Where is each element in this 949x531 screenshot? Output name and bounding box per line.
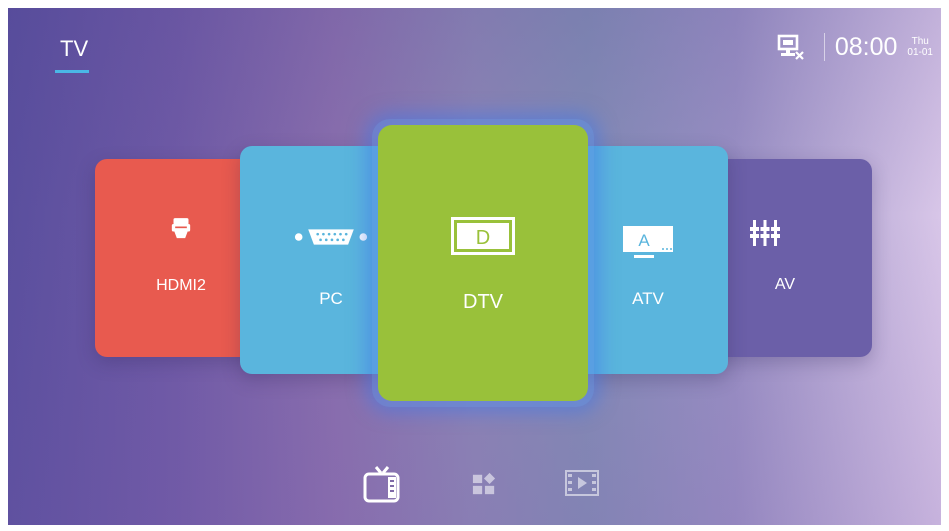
clock-day: Thu xyxy=(911,36,929,47)
clock-date-value: 01-01 xyxy=(907,47,933,58)
tab-tv[interactable]: TV xyxy=(60,36,88,62)
dtv-icon: D xyxy=(451,217,515,255)
status-bar: 08:00 Thu 01-01 xyxy=(776,32,933,62)
apps-icon[interactable] xyxy=(472,472,496,496)
clock-time: 08:00 xyxy=(834,32,898,61)
source-label-dtv: DTV xyxy=(463,291,503,313)
status-divider xyxy=(823,33,825,61)
tv-icon[interactable] xyxy=(362,464,402,504)
clock-date: Thu 01-01 xyxy=(907,36,933,58)
tv-home-screen: TV 08:00 Thu 01-01 HDMI2 PC A ATV AV D D… xyxy=(8,8,941,525)
atv-icon-letter: A xyxy=(638,231,650,250)
atv-icon: A xyxy=(623,226,673,258)
hdmi-icon xyxy=(171,218,191,239)
dtv-icon-letter: D xyxy=(476,227,490,249)
network-disconnected-icon[interactable] xyxy=(776,32,808,62)
source-card-dtv[interactable]: D DTV xyxy=(378,125,588,401)
bottom-nav xyxy=(8,464,941,504)
vga-icon xyxy=(294,229,368,245)
tab-underline xyxy=(55,70,89,73)
media-icon[interactable] xyxy=(565,470,599,496)
av-icon xyxy=(750,220,780,246)
